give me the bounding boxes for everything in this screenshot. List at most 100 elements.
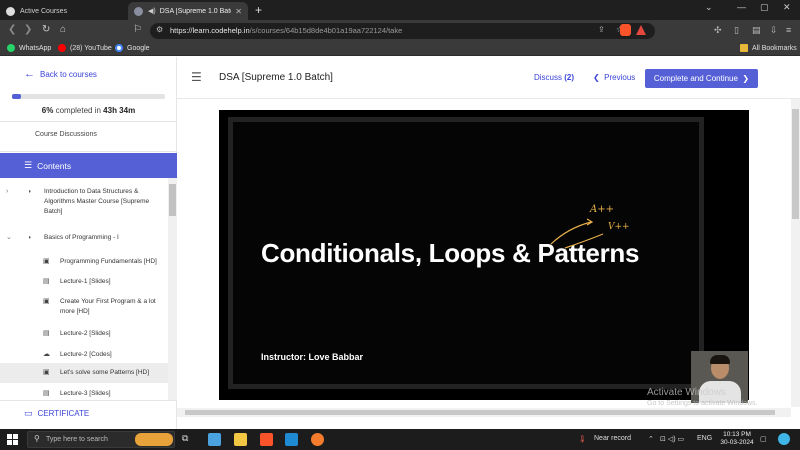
tray-icons[interactable]: ⊡ ◁) ▭	[660, 435, 684, 443]
progress-text: 6% completed in 43h 34m	[41, 106, 136, 115]
all-bookmarks[interactable]: All Bookmarks	[740, 44, 797, 52]
windows-taskbar: ⚲ Type here to search ⧉ 🌡 Near record ⌃ …	[0, 429, 800, 450]
lesson-item[interactable]: ▣ Programming Fundamentals [HD]	[0, 252, 168, 272]
wallet-icon[interactable]: ▤	[752, 25, 761, 36]
annotation-text: V++	[608, 222, 630, 232]
whatsapp-icon	[7, 44, 15, 52]
bookmark-youtube[interactable]: (28) YouTube	[58, 44, 112, 52]
copilot-icon[interactable]	[778, 433, 790, 445]
taskbar-app-icon[interactable]	[208, 433, 221, 446]
downloads-icon[interactable]: ⇩	[770, 25, 778, 36]
course-discussions-link[interactable]: Course Discussions	[35, 131, 97, 138]
browser-toolbar: ❮ ❯ ↻ ⌂ ⚐ ⚙ https://learn.codehelp.in/s/…	[0, 20, 800, 42]
certificate-link[interactable]: ▭ CERTIFICATE	[24, 408, 89, 419]
site-info-icon[interactable]: ⚙	[156, 25, 163, 34]
search-highlight-icon[interactable]	[135, 433, 173, 446]
video-icon: ▣	[43, 369, 50, 376]
windows-start-icon[interactable]	[7, 434, 18, 445]
lesson-item[interactable]: ▤ Lecture-3 [Slides]	[0, 384, 168, 400]
divider	[0, 400, 177, 401]
chevron-right-icon[interactable]: ›	[6, 187, 8, 197]
sidebar-scrollbar[interactable]	[168, 178, 177, 400]
back-arrow-icon[interactable]: ❮	[8, 24, 16, 35]
section-basics[interactable]: ⌄ ◗ Basics of Programming - I	[0, 228, 168, 248]
brave-browser-icon[interactable]	[260, 433, 273, 446]
lesson-item[interactable]: ▣ Create Your First Program & a lot more…	[0, 294, 168, 324]
progress-fill	[12, 94, 22, 99]
forward-arrow-icon[interactable]: ❯	[24, 24, 32, 35]
video-icon: ▣	[43, 298, 50, 305]
menu-icon[interactable]: ≡	[786, 25, 791, 35]
discuss-link[interactable]: Discuss (2)	[534, 73, 574, 82]
section-intro[interactable]: › ◗ Introduction to Data Structures & Al…	[0, 185, 168, 221]
page-horizontal-scrollbar[interactable]	[177, 408, 791, 417]
sidebar-toggle-icon[interactable]: ▯	[734, 25, 739, 36]
task-view-icon[interactable]: ⧉	[182, 433, 195, 446]
scrollbar-thumb[interactable]	[792, 109, 799, 219]
brave-shield-icon[interactable]	[620, 24, 631, 36]
lesson-item-active[interactable]: ▣ Let's solve some Patterns [HD]	[0, 363, 168, 383]
home-icon[interactable]: ⌂	[60, 24, 66, 35]
previous-button[interactable]: ❮ Previous	[593, 73, 635, 82]
tab-favicon-icon	[134, 6, 143, 16]
minimize-icon[interactable]: —	[737, 2, 746, 12]
scrollbar-thumb[interactable]	[169, 184, 176, 216]
file-explorer-icon[interactable]	[234, 433, 247, 446]
reload-icon[interactable]: ↻	[42, 24, 50, 35]
tab-dsa-course[interactable]: ◀) DSA [Supreme 1.0 Batch] - C ✕	[128, 2, 248, 20]
back-to-courses-link[interactable]: ← Back to courses	[24, 68, 97, 80]
firefox-icon[interactable]	[311, 433, 324, 446]
extensions-icon[interactable]: ✣	[714, 25, 722, 36]
course-sidebar: ← Back to courses 6% completed in 43h 34…	[0, 57, 177, 429]
bookmark-whatsapp[interactable]: WhatsApp	[7, 44, 51, 52]
google-icon	[115, 44, 123, 52]
notifications-icon[interactable]: ▢	[760, 435, 767, 443]
lesson-item[interactable]: ▤ Lecture-2 [Slides]	[0, 324, 168, 344]
certificate-icon: ▭	[24, 408, 33, 418]
arrow-left-icon: ←	[24, 68, 35, 80]
video-icon: ▣	[43, 258, 50, 265]
url-text: https://learn.codehelp.in/s/courses/64b1…	[170, 26, 403, 35]
video-frame: Conditionals, Loops & Patterns Instructo…	[228, 117, 704, 389]
vscode-icon[interactable]	[285, 433, 298, 446]
address-bar[interactable]: ⚙ https://learn.codehelp.in/s/courses/64…	[150, 23, 655, 39]
lesson-item[interactable]: ☁ Lecture-2 [Codes]	[0, 345, 168, 365]
bookmarks-bar: WhatsApp (28) YouTube Google All Bookmar…	[0, 42, 800, 56]
system-clock[interactable]: 10:13 PM 30-03-2024	[717, 431, 757, 447]
bookmark-icon[interactable]: ⚐	[133, 24, 142, 35]
scrollbar-thumb[interactable]	[185, 410, 775, 415]
language-indicator[interactable]: ENG	[697, 435, 712, 442]
contents-header[interactable]: ☰ Contents	[0, 153, 177, 178]
divider	[0, 151, 177, 152]
maximize-icon[interactable]: ▢	[760, 2, 769, 13]
tray-chevron-icon[interactable]: ⌃	[648, 435, 654, 443]
tab-active-courses[interactable]: Active Courses	[0, 2, 120, 20]
tab-search-icon[interactable]: ⌄	[705, 2, 713, 13]
window-close-icon[interactable]: ✕	[783, 2, 791, 13]
chevron-down-icon[interactable]: ⌄	[6, 233, 12, 243]
code-download-icon: ☁	[43, 351, 50, 358]
brave-rewards-icon[interactable]	[636, 25, 646, 35]
folder-icon	[740, 44, 748, 52]
new-tab-icon[interactable]: +	[255, 3, 262, 17]
hamburger-menu-icon[interactable]: ☰	[191, 70, 202, 84]
share-icon[interactable]: ⇪	[598, 25, 605, 34]
activate-windows-hint: Go to Settings to activate Windows.	[647, 400, 758, 407]
youtube-icon	[58, 44, 66, 52]
complete-and-continue-button[interactable]: Complete and Continue ❯	[645, 69, 758, 88]
weather-text[interactable]: Near record	[594, 435, 631, 442]
slides-icon: ▤	[43, 278, 50, 285]
section-marker-icon: ◗	[28, 235, 32, 241]
slides-icon: ▤	[43, 330, 50, 337]
lesson-item[interactable]: ▤ Lecture-1 [Slides]	[0, 272, 168, 292]
progress-bar	[12, 94, 165, 99]
video-player[interactable]: Conditionals, Loops & Patterns Instructo…	[219, 110, 749, 400]
page-vertical-scrollbar[interactable]	[791, 99, 800, 407]
divider	[0, 121, 177, 122]
bookmark-google[interactable]: Google	[115, 44, 150, 52]
tab-close-icon[interactable]: ✕	[235, 7, 242, 16]
speaker-icon[interactable]: ◀)	[148, 7, 156, 15]
list-icon: ☰	[24, 160, 33, 170]
course-page: ← Back to courses 6% completed in 43h 34…	[0, 57, 800, 429]
annotation-text: A++	[590, 204, 614, 215]
